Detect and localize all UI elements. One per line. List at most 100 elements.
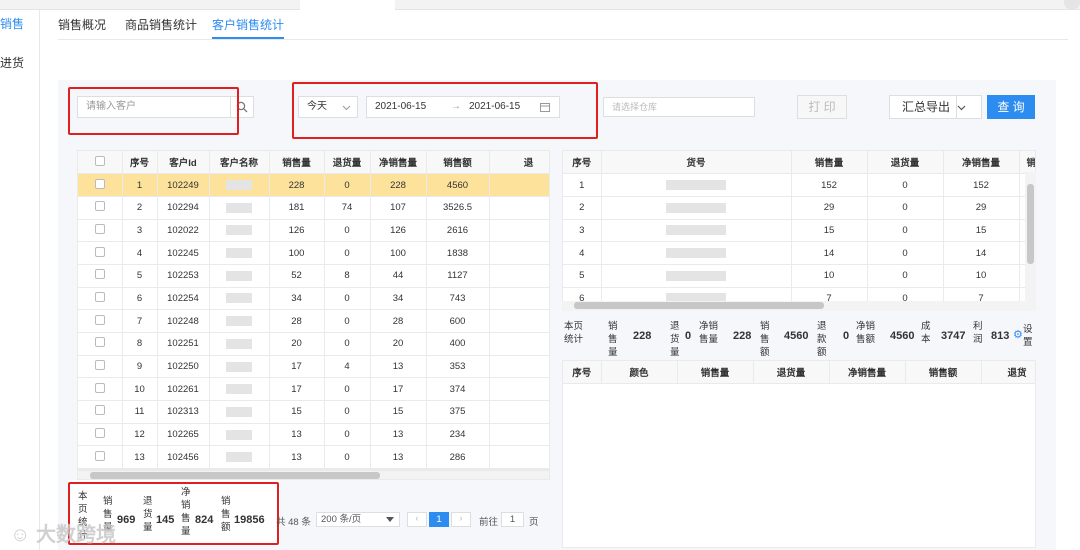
cell-return-qty: 0 [324,241,371,265]
next-page-button[interactable]: › [451,512,471,527]
cell-return-amount [489,332,549,356]
prev-page-button[interactable]: ‹ [407,512,427,527]
vertical-scrollbar[interactable] [1025,172,1036,302]
cell-return-qty: 0 [867,173,944,197]
profit-value: 813 [991,330,1010,342]
row-checkbox[interactable] [78,219,123,243]
active-top-tab[interactable] [300,0,395,10]
col-return[interactable]: 退货 [981,361,1035,385]
cell-net-qty: 152 [943,173,1020,197]
cell-amount: 375 [426,400,490,424]
table-row[interactable]: 7 102248 28 0 28 600 [78,309,549,333]
chevron-down-icon [957,105,966,111]
cell-customer-name [209,355,270,379]
row-checkbox[interactable] [78,400,123,424]
row-checkbox[interactable] [78,196,123,220]
col-sku[interactable]: 货号 [601,151,792,175]
row-checkbox[interactable] [78,332,123,356]
table-row[interactable]: 6 102254 34 0 34 743 [78,287,549,311]
window-control[interactable] [1064,0,1080,10]
row-checkbox[interactable] [78,241,123,265]
table-row[interactable]: 3 102022 126 0 126 2616 [78,219,549,243]
row-checkbox[interactable] [78,264,123,288]
table-row[interactable]: 11 102313 15 0 15 375 [78,400,549,424]
cell-return-qty: 8 [324,264,371,288]
tab-customer-sales[interactable]: 客户销售统计 [212,16,285,39]
table-row[interactable]: 41401428 [563,241,1035,265]
col-return-qty[interactable]: 退货量 [753,361,830,385]
col-return-qty[interactable]: 退货量 [867,151,944,175]
col-net-qty[interactable]: 净销售量 [943,151,1020,175]
col-amount[interactable]: 销售额 [905,361,982,385]
highlight-date-range [292,82,598,139]
select-all-checkbox[interactable] [78,151,123,175]
sidebar-item-purchase[interactable]: 进货 [0,54,24,71]
tab-product-sales[interactable]: 商品销售统计 [125,16,197,33]
export-summary-button[interactable]: 汇总导出 [889,95,982,119]
table-row[interactable]: 1 102249 228 0 228 4560 [78,173,549,197]
row-checkbox[interactable] [78,309,123,333]
row-checkbox[interactable] [78,423,123,447]
table-row[interactable]: 2 102294 181 74 107 3526.5 [78,196,549,220]
col-return-amount[interactable]: 退 [489,151,549,175]
cell-customer-id: 102456 [157,445,210,469]
current-page[interactable]: 1 [429,512,449,527]
col-return-qty[interactable]: 退货量 [324,151,371,175]
col-customer-name[interactable]: 客户名称 [209,151,270,175]
cost-label: 成本 [921,321,931,345]
horizontal-scrollbar[interactable] [562,301,1036,311]
table-header: 序号 客户Id 客户名称 销售量 退货量 净销售量 销售额 退 [78,151,549,175]
sidebar-item-sales[interactable]: 销售 [0,15,24,32]
row-checkbox[interactable] [78,355,123,379]
col-color[interactable]: 颜色 [601,361,678,385]
cell-amount: 2616 [426,219,490,243]
warehouse-select[interactable]: 请选择仓库 [603,97,755,117]
cell-index: 9 [122,355,158,379]
cell-return-amount [489,423,549,447]
row-checkbox[interactable] [78,377,123,402]
table-row[interactable]: 13 102456 13 0 13 286 [78,445,549,469]
refund-label: 退款额 [817,321,827,358]
query-button[interactable]: 查 询 [987,95,1035,119]
table-row[interactable]: 12 102265 13 0 13 234 [78,423,549,447]
row-checkbox[interactable] [78,173,123,197]
col-index[interactable]: 序号 [122,151,158,175]
table-row[interactable]: 4 102245 100 0 100 1838 [78,241,549,265]
row-checkbox[interactable] [78,287,123,311]
cell-net-qty: 20 [370,332,427,356]
table-row[interactable]: 22902958 [563,196,1035,220]
amount-label: 销售额 [760,321,770,358]
table-row[interactable]: 8 102251 20 0 20 400 [78,332,549,356]
col-sales-qty[interactable]: 销售量 [269,151,325,175]
table-row[interactable]: 9 102250 17 4 13 353 [78,355,549,379]
table-row[interactable]: 670714 [563,287,1035,301]
col-net-qty[interactable]: 净销售量 [370,151,427,175]
watermark: ☺ 大数跨境 [10,518,116,547]
cell-customer-name [209,173,270,197]
col-amount[interactable]: 销售额 [426,151,490,175]
refund-value: 0 [843,330,850,342]
cell-return-qty: 0 [867,287,944,301]
horizontal-scrollbar[interactable] [77,470,550,480]
col-amount[interactable]: 销售 [1019,151,1035,175]
tab-sales-overview[interactable]: 销售概况 [58,16,106,33]
page-size-select[interactable]: 200 条/页 [316,512,400,527]
col-sales-qty[interactable]: 销售量 [791,151,868,175]
net-qty-value: 228 [733,330,752,342]
print-button[interactable]: 打 印 [797,95,847,119]
col-net-qty[interactable]: 净销售量 [829,361,906,385]
table-row[interactable]: 31501530 [563,219,1035,243]
col-index[interactable]: 序号 [563,361,602,385]
row-checkbox[interactable] [78,445,123,469]
goto-page-input[interactable]: 1 [501,512,524,527]
cell-return-amount [489,400,549,424]
table-row[interactable]: 11520152304 [563,173,1035,197]
table-row[interactable]: 10 102261 17 0 17 374 [78,377,549,402]
export-dropdown[interactable] [956,96,981,118]
col-sales-qty[interactable]: 销售量 [677,361,754,385]
settings-button[interactable]: ⚙ 设置 [1013,323,1037,351]
table-row[interactable]: 51001020 [563,264,1035,288]
col-customer-id[interactable]: 客户Id [157,151,210,175]
table-row[interactable]: 5 102253 52 8 44 1127 [78,264,549,288]
col-index[interactable]: 序号 [563,151,602,175]
